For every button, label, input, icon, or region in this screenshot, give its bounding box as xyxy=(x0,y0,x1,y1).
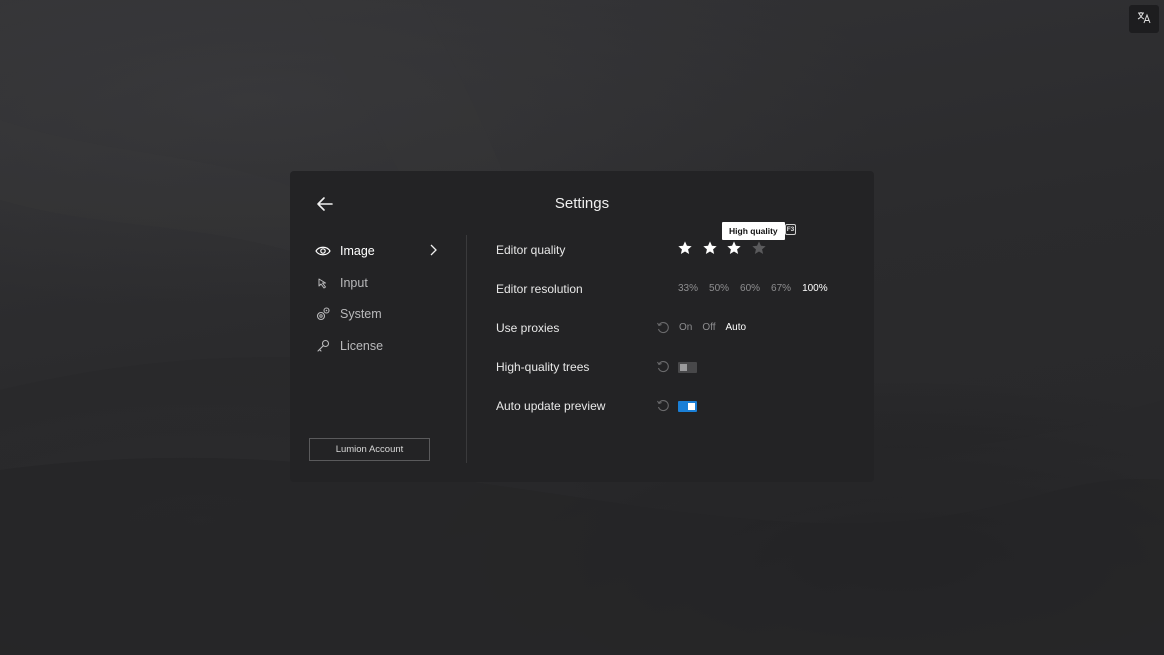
cursor-icon xyxy=(314,274,332,292)
eye-icon xyxy=(314,242,332,260)
auto-update-preview-label: Auto update preview xyxy=(496,399,606,413)
toggle-knob xyxy=(688,403,695,410)
editor-quality-label: Editor quality xyxy=(496,243,566,257)
chevron-right-icon xyxy=(429,244,437,259)
star-icon[interactable] xyxy=(726,240,744,258)
toggle-knob xyxy=(680,364,687,371)
resolution-option-67[interactable]: 67% xyxy=(771,283,791,294)
proxy-option-off[interactable]: Off xyxy=(702,322,715,333)
star-icon[interactable] xyxy=(702,240,720,258)
divider xyxy=(466,235,467,463)
resolution-option-100[interactable]: 100% xyxy=(802,283,828,294)
key-icon xyxy=(314,337,332,355)
reset-icon[interactable] xyxy=(656,399,670,413)
editor-resolution-label: Editor resolution xyxy=(496,282,583,296)
star-empty-icon[interactable] xyxy=(751,240,769,258)
resolution-option-60[interactable]: 60% xyxy=(740,283,760,294)
sidebar-item-image[interactable]: Image xyxy=(314,239,437,263)
language-button[interactable] xyxy=(1129,5,1159,33)
gears-icon xyxy=(314,305,332,323)
proxy-option-on[interactable]: On xyxy=(679,322,692,333)
quality-tooltip: High quality xyxy=(722,222,785,240)
resolution-option-50[interactable]: 50% xyxy=(709,283,729,294)
sidebar-item-label: Input xyxy=(340,276,368,290)
sidebar-item-label: Image xyxy=(340,244,375,258)
sidebar-item-license[interactable]: License xyxy=(314,334,383,358)
reset-icon[interactable] xyxy=(656,321,670,335)
auto-update-preview-toggle[interactable] xyxy=(678,401,697,412)
high-quality-trees-toggle[interactable] xyxy=(678,362,697,373)
star-icon[interactable] xyxy=(677,240,695,258)
resolution-options: 33% 50% 60% 67% 100% xyxy=(678,283,839,294)
use-proxies-label: Use proxies xyxy=(496,321,560,335)
sidebar-item-system[interactable]: System xyxy=(314,302,382,326)
resolution-option-33[interactable]: 33% xyxy=(678,283,698,294)
reset-icon[interactable] xyxy=(656,360,670,374)
quality-stars xyxy=(677,240,775,258)
proxy-option-auto[interactable]: Auto xyxy=(726,322,747,333)
shortcut-badge: F3 xyxy=(785,224,796,235)
high-quality-trees-label: High-quality trees xyxy=(496,360,590,374)
sidebar-item-label: System xyxy=(340,307,382,321)
sidebar-item-label: License xyxy=(340,339,384,353)
sidebar-item-input[interactable]: Input xyxy=(314,271,368,295)
proxy-options: On Off Auto xyxy=(679,322,756,333)
lumion-account-button[interactable]: Lumion Account xyxy=(309,438,430,461)
settings-panel: Settings Image Input System License Lumi… xyxy=(290,171,874,482)
page-title: Settings xyxy=(554,195,610,212)
translate-icon xyxy=(1137,10,1151,29)
